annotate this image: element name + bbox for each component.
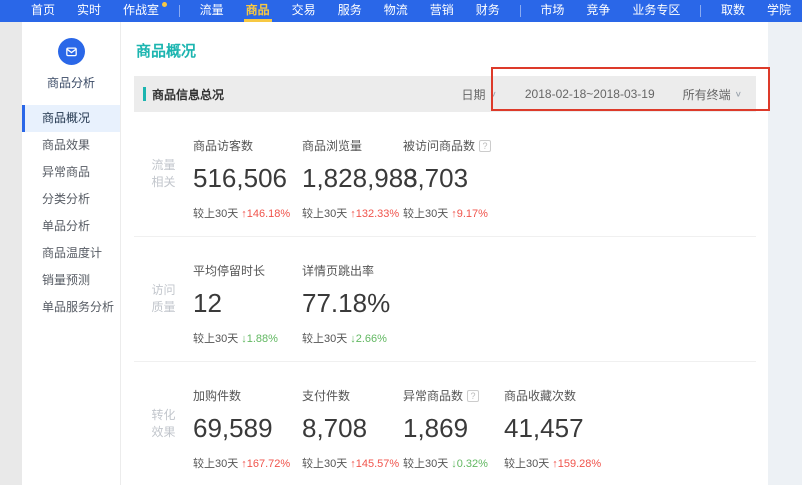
top-nav: 首页 实时 作战室 流量 商品 交易 服务 物流 营销 财务 市场 竞争 业务专…: [0, 0, 802, 22]
metric-avg-stay-time: 平均停留时长 12 较上30天↓1.88%: [193, 262, 302, 346]
nav-item-warroom[interactable]: 作战室: [112, 0, 170, 22]
page-title: 商品概况: [136, 40, 768, 61]
nav-item-data-extract[interactable]: 取数: [710, 0, 756, 22]
metric-product-favorites: 商品收藏次数 41,457 较上30天↑159.28%: [504, 387, 605, 471]
notification-dot-icon: [162, 2, 167, 7]
sidebar: 商品分析 商品概况 商品效果 异常商品 分类分析 单品分析 商品温度计 销量预测…: [22, 22, 121, 485]
metric-paid-items: 支付件数 8,708 较上30天↑145.57%: [302, 387, 403, 471]
help-icon[interactable]: ?: [467, 390, 479, 402]
metrics-table: 流量相关 商品访客数 516,506 较上30天↑146.18% 商品浏览量 1…: [134, 112, 756, 485]
nav-item-market[interactable]: 市场: [529, 0, 575, 22]
nav-item-home[interactable]: 首页: [20, 0, 66, 22]
sidebar-group-title: 商品分析: [22, 74, 120, 91]
section-title: 商品信息总况: [152, 86, 224, 103]
metric-visited-products: 被访问商品数? 3,703 较上30天↑9.17%: [403, 137, 504, 221]
nav-item-business-zone[interactable]: 业务专区: [621, 0, 691, 22]
nav-item-realtime[interactable]: 实时: [66, 0, 112, 22]
metric-product-pageviews: 商品浏览量 1,828,988 较上30天↑132.33%: [302, 137, 403, 221]
sidebar-item-product-effect[interactable]: 商品效果: [22, 132, 120, 159]
chevron-down-icon: ∨: [735, 90, 742, 99]
terminal-dropdown[interactable]: 所有终端 ∨: [683, 86, 742, 103]
row-group-label: 转化效果: [134, 387, 193, 471]
sidebar-item-sales-forecast[interactable]: 销量预测: [22, 267, 120, 294]
sidebar-header: 商品分析: [22, 22, 120, 105]
filter-group: 日期 ∨ 2018-02-18~2018-03-19 所有终端 ∨: [462, 86, 742, 103]
nav-item-traffic[interactable]: 流量: [189, 0, 235, 22]
metric-row-traffic: 流量相关 商品访客数 516,506 较上30天↑146.18% 商品浏览量 1…: [134, 112, 756, 237]
nav-item-marketing[interactable]: 营销: [419, 0, 465, 22]
metric-row-visit-quality: 访问质量 平均停留时长 12 较上30天↓1.88% 详情页跳出率 77.18%…: [134, 237, 756, 362]
product-analysis-icon: [58, 38, 85, 65]
nav-item-competition[interactable]: 竞争: [575, 0, 621, 22]
help-icon[interactable]: ?: [479, 140, 491, 152]
nav-item-product[interactable]: 商品: [235, 0, 281, 22]
metric-cart-adds: 加购件数 69,589 较上30天↑167.72%: [193, 387, 302, 471]
nav-item-service[interactable]: 服务: [327, 0, 373, 22]
nav-item-academy[interactable]: 学院: [756, 0, 802, 22]
metric-detail-bounce-rate: 详情页跳出率 77.18% 较上30天↓2.66%: [302, 262, 403, 346]
section-marker: [143, 87, 146, 101]
metric-product-visitors: 商品访客数 516,506 较上30天↑146.18%: [193, 137, 302, 221]
right-gutter: [768, 22, 802, 485]
section-header-bar: 商品信息总况 日期 ∨ 2018-02-18~2018-03-19 所有终端 ∨: [134, 76, 756, 112]
sidebar-item-product-thermometer[interactable]: 商品温度计: [22, 240, 120, 267]
nav-divider: [520, 5, 521, 17]
metric-abnormal-products: 异常商品数? 1,869 较上30天↓0.32%: [403, 387, 504, 471]
nav-divider: [179, 5, 180, 17]
nav-item-trade[interactable]: 交易: [281, 0, 327, 22]
metric-row-conversion: 转化效果 加购件数 69,589 较上30天↑167.72% 支付件数 8,70…: [134, 362, 756, 485]
sidebar-item-category-analysis[interactable]: 分类分析: [22, 186, 120, 213]
nav-divider: [700, 5, 701, 17]
row-group-label: 流量相关: [134, 137, 193, 221]
date-range-picker[interactable]: 2018-02-18~2018-03-19: [525, 87, 655, 101]
main-content: 商品概况 商品信息总况 日期 ∨ 2018-02-18~2018-03-19 所…: [121, 22, 768, 485]
sidebar-item-abnormal-products[interactable]: 异常商品: [22, 159, 120, 186]
sidebar-item-single-product-analysis[interactable]: 单品分析: [22, 213, 120, 240]
date-type-dropdown[interactable]: 日期 ∨: [462, 86, 497, 103]
chevron-down-icon: ∨: [490, 90, 497, 99]
nav-item-logistics[interactable]: 物流: [373, 0, 419, 22]
row-group-label: 访问质量: [134, 262, 193, 346]
sidebar-item-single-product-service[interactable]: 单品服务分析: [22, 294, 120, 321]
left-gutter: [0, 22, 22, 485]
sidebar-item-product-overview[interactable]: 商品概况: [22, 105, 120, 132]
nav-item-finance[interactable]: 财务: [465, 0, 511, 22]
